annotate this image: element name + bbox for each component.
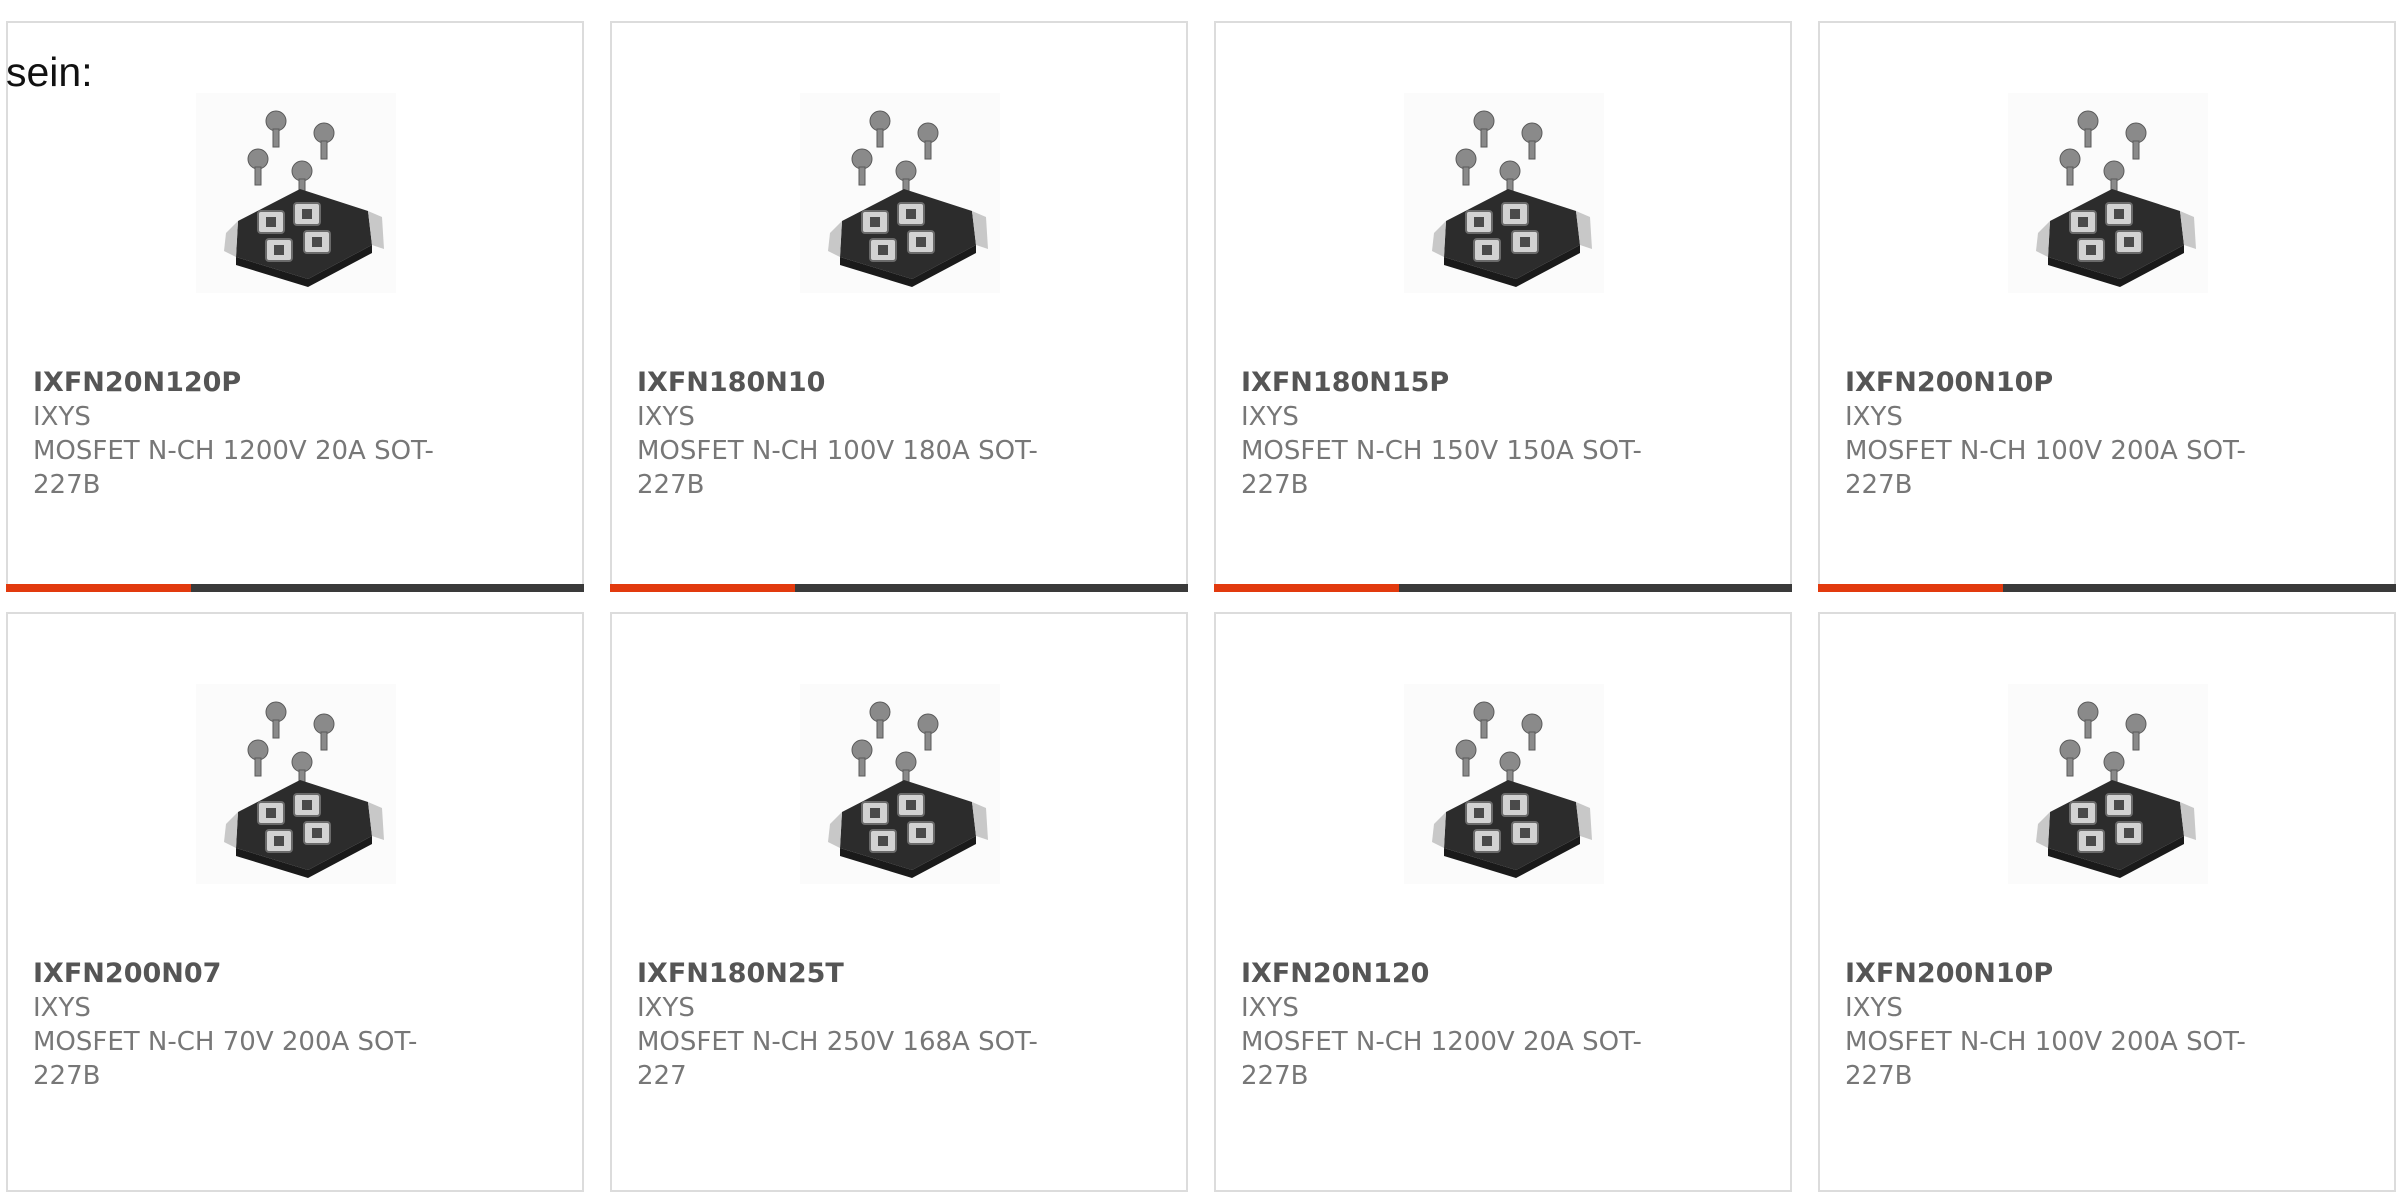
part-number-link[interactable]: IXFN20N120	[1241, 957, 1661, 991]
progress-fill	[6, 584, 191, 592]
manufacturer: IXYS	[1845, 402, 1903, 432]
part-number-link[interactable]: IXFN180N25T	[637, 957, 1057, 991]
progress-fill	[1818, 584, 2003, 592]
progress-bar	[1214, 584, 1792, 592]
product-card[interactable]: IXFN180N25T IXYS MOSFET N-CH 250V 168A S…	[610, 612, 1188, 1192]
sot-227b-module-icon[interactable]	[2008, 93, 2208, 293]
manufacturer: IXYS	[33, 993, 91, 1023]
manufacturer: IXYS	[1845, 993, 1903, 1023]
manufacturer: IXYS	[33, 402, 91, 432]
intro-text: sein:	[6, 49, 93, 95]
progress-bar	[610, 584, 1188, 592]
progress-fill	[1214, 584, 1399, 592]
description: MOSFET N-CH 100V 200A SOT-227B	[1845, 436, 2246, 500]
product-card[interactable]: IXFN180N10 IXYS MOSFET N-CH 100V 180A SO…	[610, 21, 1188, 592]
description: MOSFET N-CH 1200V 20A SOT-227B	[1241, 1027, 1642, 1091]
sot-227b-module-icon[interactable]	[196, 93, 396, 293]
product-card[interactable]: IXFN200N10P IXYS MOSFET N-CH 100V 200A S…	[1818, 612, 2396, 1192]
progress-fill	[610, 584, 795, 592]
product-grid: IXFN20N120P IXYS MOSFET N-CH 1200V 20A S…	[0, 0, 2400, 1192]
product-card[interactable]: IXFN200N10P IXYS MOSFET N-CH 100V 200A S…	[1818, 21, 2396, 592]
product-card[interactable]: IXFN20N120P IXYS MOSFET N-CH 1200V 20A S…	[6, 21, 584, 592]
manufacturer: IXYS	[637, 993, 695, 1023]
manufacturer: IXYS	[1241, 993, 1299, 1023]
description: MOSFET N-CH 100V 180A SOT-227B	[637, 436, 1038, 500]
part-number-link[interactable]: IXFN200N10P	[1845, 366, 2265, 400]
progress-bar	[1818, 584, 2396, 592]
sot-227b-module-icon[interactable]	[2008, 684, 2208, 884]
description: MOSFET N-CH 1200V 20A SOT-227B	[33, 436, 434, 500]
manufacturer: IXYS	[1241, 402, 1299, 432]
part-number-link[interactable]: IXFN180N15P	[1241, 366, 1661, 400]
part-number-link[interactable]: IXFN180N10	[637, 366, 1057, 400]
product-card[interactable]: IXFN20N120 IXYS MOSFET N-CH 1200V 20A SO…	[1214, 612, 1792, 1192]
product-card[interactable]: IXFN200N07 IXYS MOSFET N-CH 70V 200A SOT…	[6, 612, 584, 1192]
sot-227b-module-icon[interactable]	[800, 684, 1000, 884]
product-card[interactable]: IXFN180N15P IXYS MOSFET N-CH 150V 150A S…	[1214, 21, 1792, 592]
part-number-link[interactable]: IXFN200N10P	[1845, 957, 2265, 991]
description: MOSFET N-CH 150V 150A SOT-227B	[1241, 436, 1642, 500]
progress-bar	[6, 584, 584, 592]
description: MOSFET N-CH 70V 200A SOT-227B	[33, 1027, 418, 1091]
part-number-link[interactable]: IXFN200N07	[33, 957, 453, 991]
sot-227b-module-icon[interactable]	[196, 684, 396, 884]
description: MOSFET N-CH 100V 200A SOT-227B	[1845, 1027, 2246, 1091]
sot-227b-module-icon[interactable]	[1404, 684, 1604, 884]
part-number-link[interactable]: IXFN20N120P	[33, 366, 453, 400]
manufacturer: IXYS	[637, 402, 695, 432]
sot-227b-module-icon[interactable]	[800, 93, 1000, 293]
description: MOSFET N-CH 250V 168A SOT-227	[637, 1027, 1038, 1091]
sot-227b-module-icon[interactable]	[1404, 93, 1604, 293]
